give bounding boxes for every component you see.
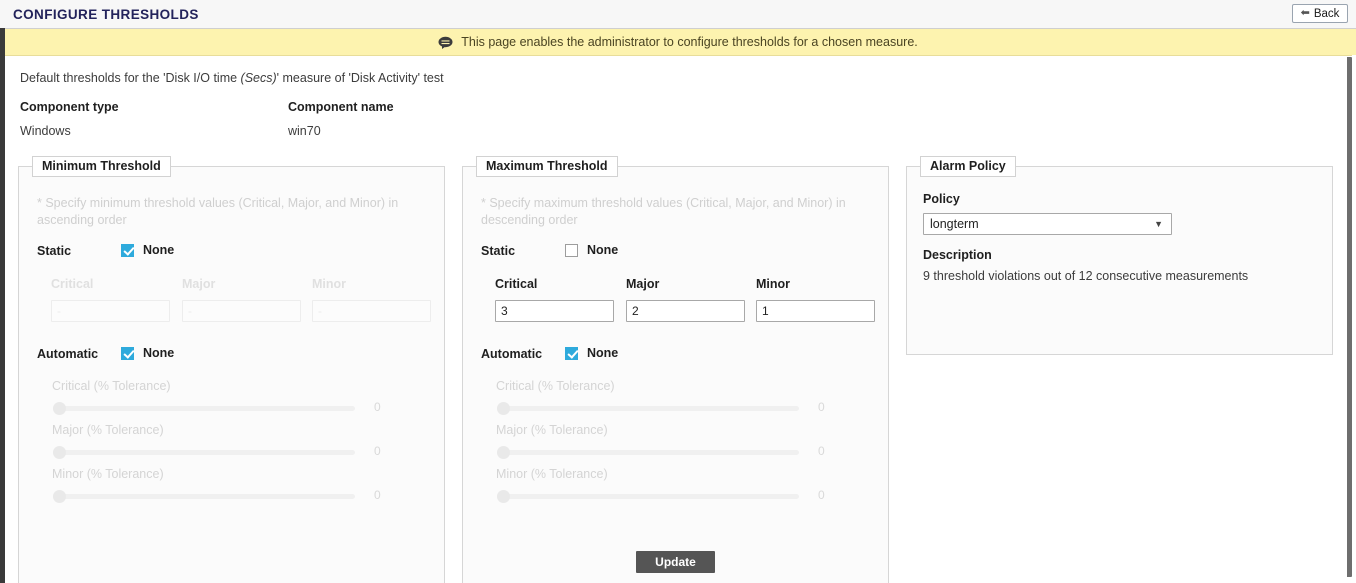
component-type-label: Component type	[20, 100, 119, 114]
policy-select-value: longterm	[930, 217, 979, 231]
maximum-static-critical-label: Critical	[495, 277, 538, 291]
maximum-static-minor-label: Minor	[756, 277, 791, 291]
maximum-threshold-hint: * Specify maximum threshold values (Crit…	[481, 196, 846, 227]
minimum-static-critical-label: Critical	[51, 277, 94, 291]
maximum-major-tolerance-slider[interactable]	[497, 446, 799, 459]
maximum-minor-tolerance-value: 0	[818, 488, 825, 502]
minimum-threshold-panel: Minimum Threshold * Specify minimum thre…	[18, 156, 445, 583]
scrollbar-track	[1352, 55, 1356, 583]
notice-text: This page enables the administrator to c…	[461, 35, 918, 49]
slider-knob-icon[interactable]	[497, 402, 510, 415]
maximum-static-minor-input[interactable]	[756, 300, 875, 322]
policy-select[interactable]: longterm ▼	[923, 213, 1172, 235]
description-label: Description	[923, 248, 992, 262]
maximum-minor-tolerance-slider[interactable]	[497, 490, 799, 503]
maximum-static-none-checkbox[interactable]: None	[565, 243, 618, 257]
maximum-critical-tolerance-slider[interactable]	[497, 402, 799, 415]
minimum-static-major-label: Major	[182, 277, 216, 291]
minimum-static-none-checkbox[interactable]: None	[121, 243, 174, 257]
checkbox-icon	[121, 346, 134, 360]
minimum-static-critical-input[interactable]	[51, 300, 170, 322]
slider-knob-icon[interactable]	[53, 446, 66, 459]
slider-knob-icon[interactable]	[497, 446, 510, 459]
update-button[interactable]: Update	[636, 551, 715, 573]
minimum-minor-tolerance-value: 0	[374, 488, 381, 502]
checkbox-icon	[565, 346, 578, 360]
measure-description: Default thresholds for the 'Disk I/O tim…	[20, 71, 444, 85]
maximum-automatic-label: Automatic	[481, 347, 543, 361]
maximum-minor-tolerance-label: Minor (% Tolerance)	[496, 467, 608, 481]
checkbox-icon	[565, 243, 578, 257]
minimum-static-minor-input[interactable]	[312, 300, 431, 322]
alarm-policy-panel: Alarm Policy Policy longterm ▼ Descripti…	[906, 156, 1333, 355]
maximum-critical-tolerance-label: Critical (% Tolerance)	[496, 379, 615, 393]
minimum-automatic-label: Automatic	[37, 347, 99, 361]
component-name-value: win70	[288, 124, 321, 138]
minimum-automatic-none-label: None	[143, 346, 175, 360]
maximum-critical-tolerance-value: 0	[818, 400, 825, 414]
minimum-threshold-hint: * Specify minimum threshold values (Crit…	[37, 196, 399, 227]
measure-prefix: Default thresholds for the 'Disk I/O tim…	[20, 71, 241, 85]
checkbox-icon	[121, 243, 134, 257]
minimum-critical-tolerance-label: Critical (% Tolerance)	[52, 379, 171, 393]
chevron-down-icon: ▼	[1154, 218, 1163, 229]
minimum-major-tolerance-value: 0	[374, 444, 381, 458]
minimum-automatic-none-checkbox[interactable]: None	[121, 346, 174, 360]
minimum-critical-tolerance-value: 0	[374, 400, 381, 414]
slider-knob-icon[interactable]	[53, 490, 66, 503]
maximum-major-tolerance-label: Major (% Tolerance)	[496, 423, 608, 437]
maximum-static-major-label: Major	[626, 277, 660, 291]
maximum-static-label: Static	[481, 244, 516, 258]
slider-knob-icon[interactable]	[53, 402, 66, 415]
minimum-static-none-label: None	[143, 243, 175, 257]
measure-unit: (Secs)	[240, 71, 277, 85]
page-title: CONFIGURE THRESHOLDS	[13, 7, 199, 22]
left-arrow-icon: ⬅	[1300, 7, 1310, 19]
maximum-automatic-none-label: None	[587, 346, 619, 360]
minimum-static-minor-label: Minor	[312, 277, 347, 291]
description-value: 9 threshold violations out of 12 consecu…	[923, 269, 1249, 283]
policy-label: Policy	[923, 192, 960, 206]
measure-suffix: ' measure of 'Disk Activity' test	[276, 71, 444, 85]
info-notice-bar: This page enables the administrator to c…	[0, 29, 1356, 56]
maximum-threshold-panel: Maximum Threshold * Specify maximum thre…	[462, 156, 889, 583]
minimum-major-tolerance-label: Major (% Tolerance)	[52, 423, 164, 437]
title-bar: CONFIGURE THRESHOLDS ⬅ Back	[0, 0, 1356, 29]
minimum-static-major-input[interactable]	[182, 300, 301, 322]
minimum-threshold-legend: Minimum Threshold	[32, 156, 171, 177]
maximum-static-major-input[interactable]	[626, 300, 745, 322]
minimum-static-label: Static	[37, 244, 72, 258]
minimum-minor-tolerance-slider[interactable]	[53, 490, 355, 503]
back-button-label: Back	[1313, 7, 1340, 20]
content-area: Default thresholds for the 'Disk I/O tim…	[5, 56, 1347, 583]
minimum-critical-tolerance-slider[interactable]	[53, 402, 355, 415]
speech-bubble-icon	[438, 36, 453, 49]
component-type-value: Windows	[20, 124, 71, 138]
alarm-policy-legend: Alarm Policy	[920, 156, 1016, 177]
maximum-static-none-label: None	[587, 243, 619, 257]
minimum-major-tolerance-slider[interactable]	[53, 446, 355, 459]
component-name-label: Component name	[288, 100, 394, 114]
maximum-automatic-none-checkbox[interactable]: None	[565, 346, 618, 360]
maximum-major-tolerance-value: 0	[818, 444, 825, 458]
slider-knob-icon[interactable]	[497, 490, 510, 503]
minimum-minor-tolerance-label: Minor (% Tolerance)	[52, 467, 164, 481]
maximum-static-critical-input[interactable]	[495, 300, 614, 322]
back-button[interactable]: ⬅ Back	[1292, 4, 1348, 23]
maximum-threshold-legend: Maximum Threshold	[476, 156, 618, 177]
